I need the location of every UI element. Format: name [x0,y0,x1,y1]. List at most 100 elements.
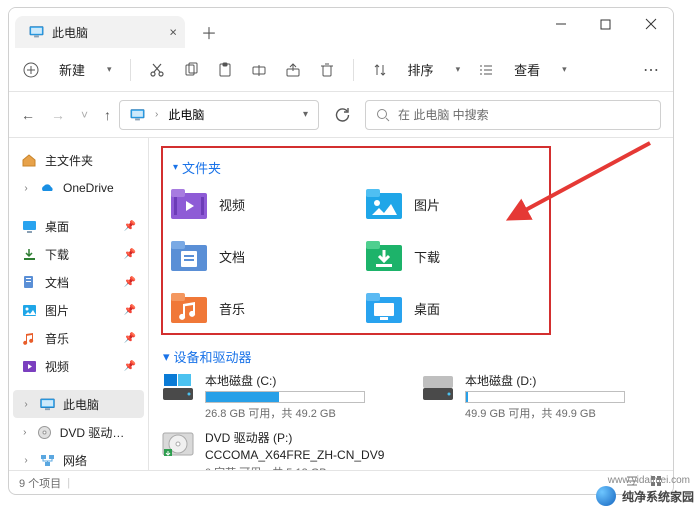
sidebar-item-documents[interactable]: 文档📌 [13,268,144,296]
sidebar-item-desktop[interactable]: 桌面 📌 [13,212,144,240]
forward-button[interactable]: → [51,107,65,123]
chevron-right-icon: › [21,183,31,194]
pin-icon: 📌 [124,221,136,232]
sort-button[interactable]: 排序▾ [372,60,461,79]
chevron-right-icon: › [21,455,31,466]
folder-pictures[interactable]: 图片 [366,183,541,225]
heading-text: 文件夹 [182,158,221,177]
videos-icon [21,359,37,373]
up-arrow-button[interactable]: ↑ [104,107,111,123]
cut-icon[interactable] [149,62,165,78]
status-bar: 9 个项目 | [9,470,673,494]
chevron-down-icon: ▾ [107,64,112,75]
up-button[interactable]: ˅ [81,108,88,122]
videos-folder-icon [171,189,207,219]
drive-c[interactable]: 本地磁盘 (C:) 26.8 GB 可用，共 49.2 GB [161,372,401,421]
sidebar-item-network[interactable]: › 网络 [13,446,144,470]
drive-label: CCCOMA_X64FRE_ZH-CN_DV9 [205,448,401,462]
home-icon [21,153,37,167]
capacity-bar [205,391,365,403]
folder-videos[interactable]: 视频 [171,183,346,225]
close-button[interactable] [628,8,673,40]
sidebar-item-videos[interactable]: 视频📌 [13,352,144,380]
desktop-icon [21,219,37,233]
search-icon [376,108,390,122]
item-count: 9 个项目 [19,475,61,491]
sidebar-item-dvd[interactable]: › DVD 驱动器 (P:) C [13,418,144,446]
label: 视频 [219,195,245,214]
pin-icon: 📌 [124,305,136,316]
content-pane: ▾ 文件夹 视频 图片 文档 [149,138,673,470]
plus-circle-icon [23,62,39,78]
maximize-button[interactable] [583,8,628,40]
folder-desktop[interactable]: 桌面 [366,287,541,329]
search-input[interactable]: 在 此电脑 中搜索 [365,100,661,130]
breadcrumb-bar[interactable]: › 此电脑 ▾ [119,100,319,130]
label: 文档 [219,247,245,266]
label: 此电脑 [63,396,99,413]
folders-highlight-box: ▾ 文件夹 视频 图片 文档 [161,146,551,335]
drive-d[interactable]: 本地磁盘 (D:) 49.9 GB 可用，共 49.9 GB [421,372,661,421]
label: DVD 驱动器 (P:) C [60,424,136,441]
drive-dvd[interactable]: DVD 驱动器 (P:) CCCOMA_X64FRE_ZH-CN_DV9 0 字… [161,429,401,470]
brand-logo-icon [596,486,616,506]
folders-grid: 视频 图片 文档 下载 [171,183,541,329]
titlebar: 此电脑 × ＋ [9,8,673,48]
more-button[interactable]: ⋯ [643,60,659,80]
devices-heading[interactable]: ▾ 设备和驱动器 [163,347,661,366]
sort-label: 排序 [408,60,434,79]
sidebar-item-home[interactable]: 主文件夹 [13,146,144,174]
refresh-button[interactable] [327,100,357,130]
desktop-folder-icon [366,293,402,323]
label: 桌面 [45,218,69,235]
capacity-fill [466,392,468,402]
label: 文档 [45,274,69,291]
rename-icon[interactable] [251,62,267,78]
drive-sub: 49.9 GB 可用，共 49.9 GB [465,405,661,421]
paste-icon[interactable] [217,62,233,78]
label: 下载 [45,246,69,263]
share-icon[interactable] [285,62,301,78]
new-tab-button[interactable]: ＋ [195,20,223,44]
pictures-folder-icon [366,189,402,219]
copy-icon[interactable] [183,62,199,78]
folder-documents[interactable]: 文档 [171,235,346,277]
network-icon [39,453,55,467]
new-button[interactable]: 新建▾ [23,60,112,79]
tab-this-pc[interactable]: 此电脑 × [15,16,185,48]
sidebar-item-this-pc[interactable]: ›此电脑 [13,390,144,418]
sidebar-item-pictures[interactable]: 图片📌 [13,296,144,324]
dvd-drive-icon [161,429,195,459]
devices-grid: 本地磁盘 (C:) 26.8 GB 可用，共 49.2 GB 本地磁盘 (D:)… [161,372,661,470]
minimize-button[interactable] [538,8,583,40]
delete-icon[interactable] [319,62,335,78]
drive-sub: 26.8 GB 可用，共 49.2 GB [205,405,401,421]
view-button[interactable]: 查看▾ [478,60,567,79]
folders-heading[interactable]: ▾ 文件夹 [173,158,541,177]
onedrive-icon [39,181,55,195]
nav-arrows: ← → ˅ ↑ [21,107,111,123]
label: 图片 [414,195,440,214]
label: 主文件夹 [45,152,93,169]
pc-icon [130,109,145,121]
sidebar-item-downloads[interactable]: 下载 📌 [13,240,144,268]
folder-downloads[interactable]: 下载 [366,235,541,277]
stage: 此电脑 × ＋ 新建▾ [0,0,700,510]
view-label: 查看 [514,60,540,79]
label: OneDrive [63,181,114,195]
brand-text: 纯净系统家园 [622,488,694,505]
sidebar-item-onedrive[interactable]: › OneDrive [13,174,144,202]
pin-icon: 📌 [124,361,136,372]
folder-music[interactable]: 音乐 [171,287,346,329]
pin-icon: 📌 [124,249,136,260]
view-icon [478,62,494,78]
chevron-right-icon: › [21,427,29,438]
tab-close-icon[interactable]: × [169,25,177,40]
capacity-bar [465,391,625,403]
back-button[interactable]: ← [21,107,35,123]
label: 网络 [63,452,87,469]
dvd-icon [37,425,52,439]
chevron-down-icon[interactable]: ▾ [303,109,308,120]
window-controls [538,8,673,40]
sidebar-item-music[interactable]: 音乐📌 [13,324,144,352]
